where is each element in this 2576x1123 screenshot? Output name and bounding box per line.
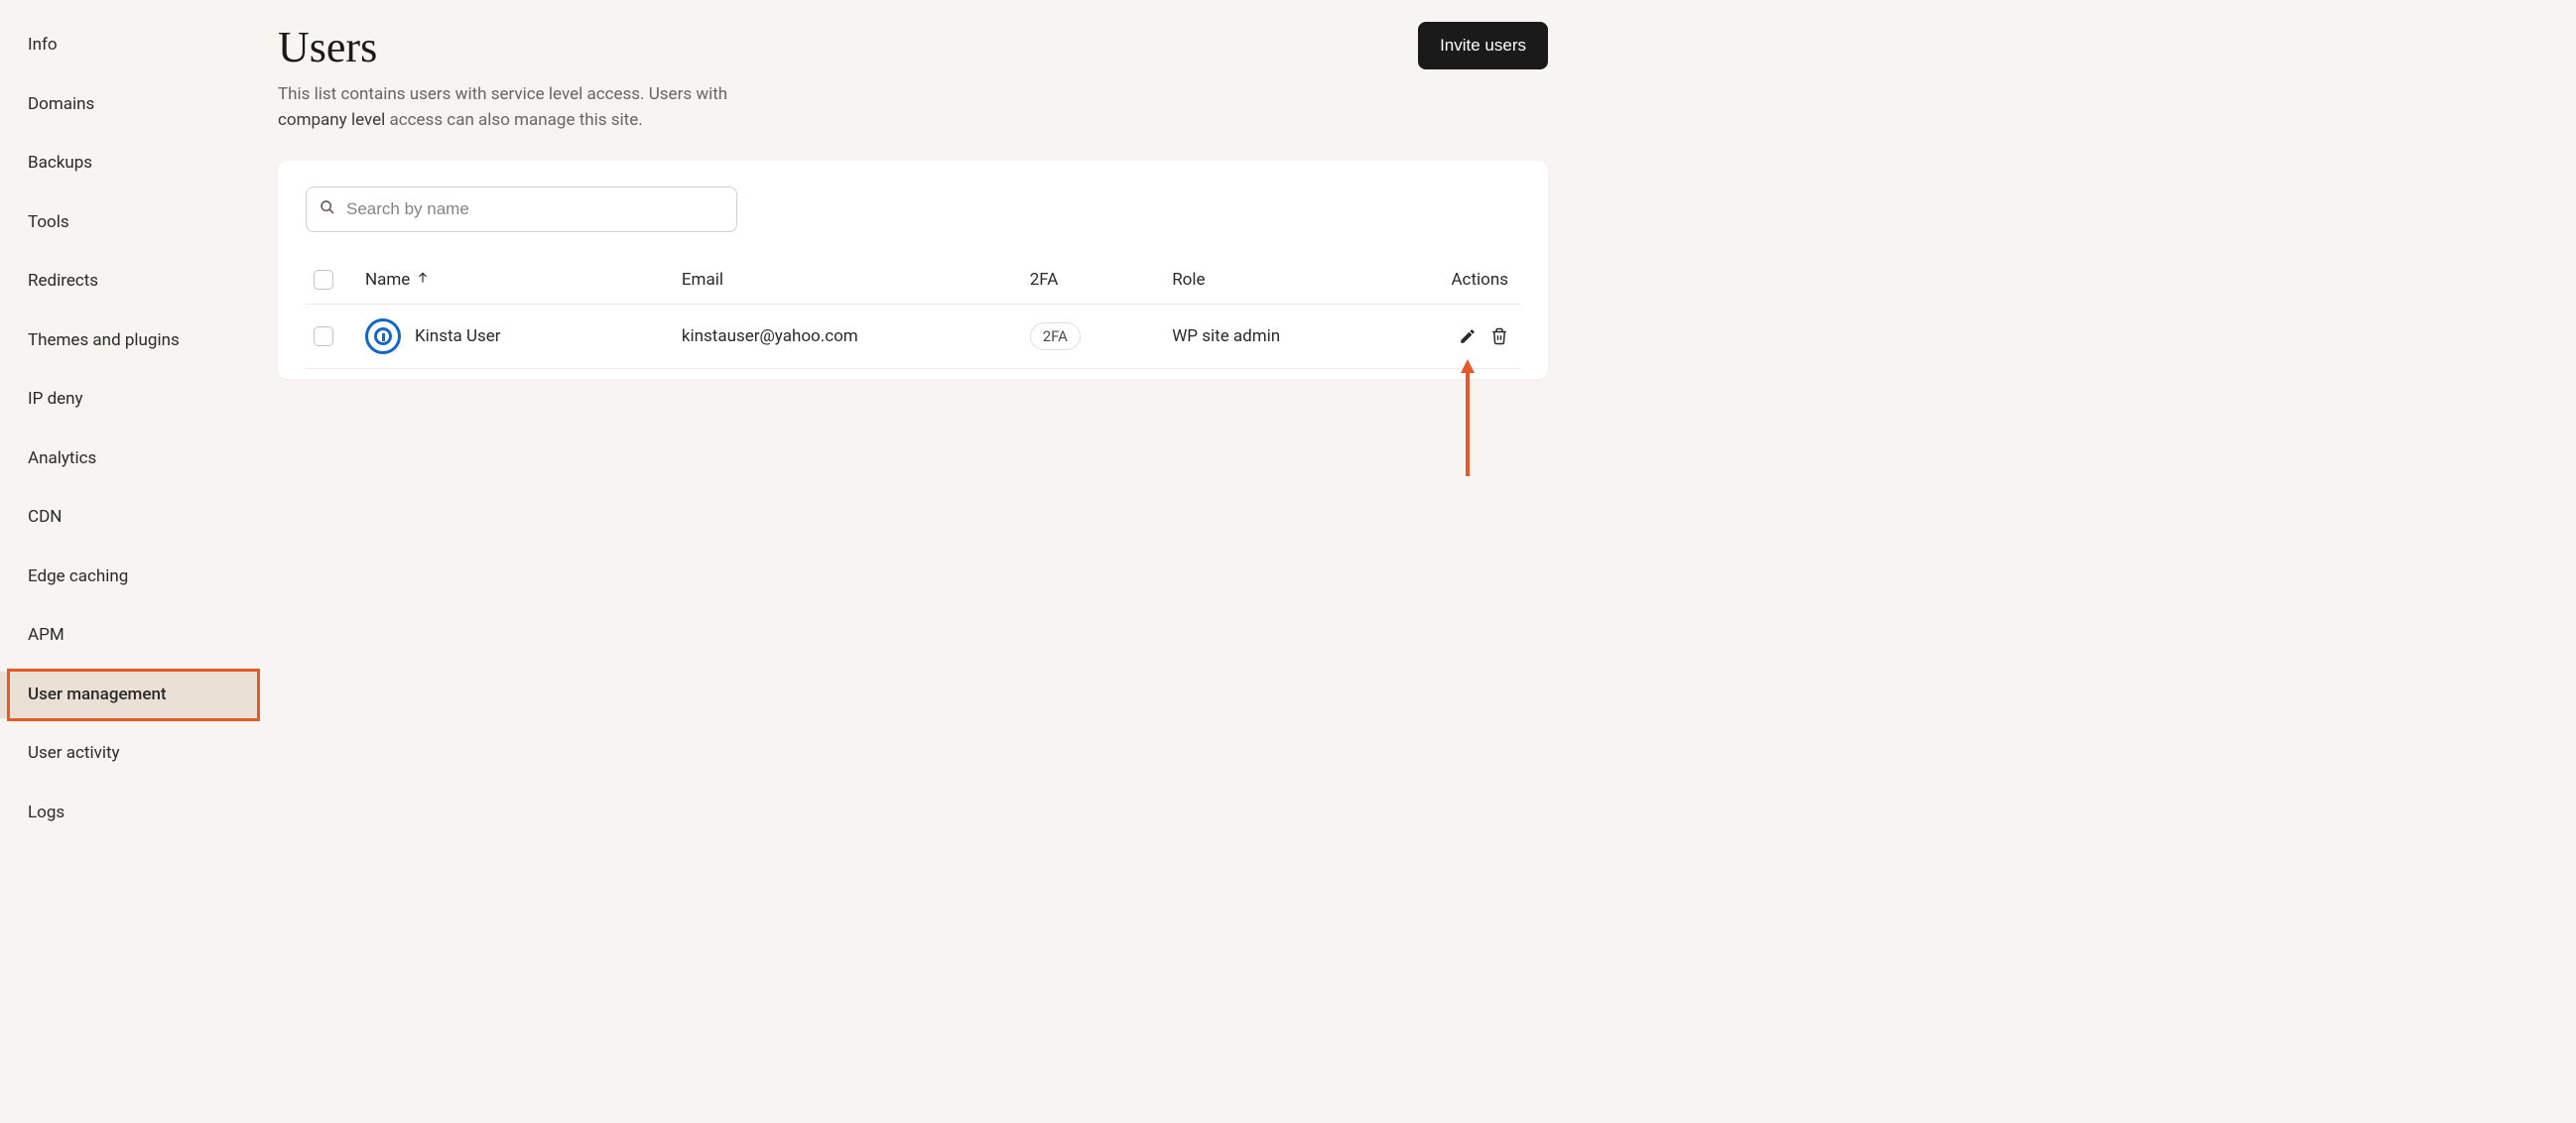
subtitle-pre: This list contains users with service le… (278, 84, 727, 104)
sidebar-item-label: User management (28, 685, 167, 704)
page-title: Users (278, 22, 377, 72)
sidebar-item-backups[interactable]: Backups (0, 140, 258, 187)
page-subtitle: This list contains users with service le… (278, 82, 734, 133)
sidebar-item-ip-deny[interactable]: IP deny (0, 376, 258, 424)
search-icon (320, 199, 335, 219)
sidebar-item-logs[interactable]: Logs (0, 790, 258, 837)
search-input[interactable] (306, 187, 737, 232)
2fa-badge: 2FA (1030, 322, 1081, 350)
user-email: kinstauser@yahoo.com (682, 326, 1030, 346)
main-content: Users Invite users This list contains us… (258, 0, 1568, 1123)
users-table: Name Email 2FA Role Actions Kinsta User (306, 256, 1520, 369)
sidebar-item-tools[interactable]: Tools (0, 199, 258, 247)
sidebar-item-domains[interactable]: Domains (0, 81, 258, 129)
sidebar-item-analytics[interactable]: Analytics (0, 436, 258, 483)
sidebar-item-info[interactable]: Info (0, 22, 258, 69)
sidebar-item-edge-caching[interactable]: Edge caching (0, 554, 258, 601)
sidebar-item-themes-plugins[interactable]: Themes and plugins (0, 317, 258, 365)
select-all-checkbox[interactable] (314, 270, 333, 290)
users-card: Name Email 2FA Role Actions Kinsta User (278, 161, 1548, 379)
sidebar-item-apm[interactable]: APM (0, 612, 258, 660)
trash-icon[interactable] (1490, 327, 1508, 345)
sidebar-item-cdn[interactable]: CDN (0, 494, 258, 542)
user-role: WP site admin (1172, 326, 1425, 346)
column-header-name[interactable]: Name (365, 270, 682, 290)
column-header-email[interactable]: Email (682, 270, 1030, 290)
column-header-2fa[interactable]: 2FA (1030, 270, 1173, 290)
column-label: Name (365, 270, 410, 290)
row-checkbox[interactable] (314, 326, 333, 346)
user-name: Kinsta User (415, 326, 501, 346)
company-level-link[interactable]: company level (278, 110, 385, 130)
sidebar-item-user-activity[interactable]: User activity (0, 730, 258, 778)
avatar (365, 318, 401, 354)
subtitle-post: access can also manage this site. (385, 110, 642, 130)
column-header-actions: Actions (1425, 270, 1520, 290)
invite-users-button[interactable]: Invite users (1418, 22, 1548, 69)
edit-icon[interactable] (1459, 327, 1477, 345)
sidebar-item-user-management[interactable]: User management (0, 672, 258, 719)
sidebar-item-redirects[interactable]: Redirects (0, 258, 258, 306)
column-header-role[interactable]: Role (1172, 270, 1425, 290)
sort-ascending-icon (416, 270, 430, 290)
sidebar: Info Domains Backups Tools Redirects The… (0, 0, 258, 1123)
table-header: Name Email 2FA Role Actions (306, 256, 1520, 305)
table-row: Kinsta User kinstauser@yahoo.com 2FA WP … (306, 305, 1520, 369)
